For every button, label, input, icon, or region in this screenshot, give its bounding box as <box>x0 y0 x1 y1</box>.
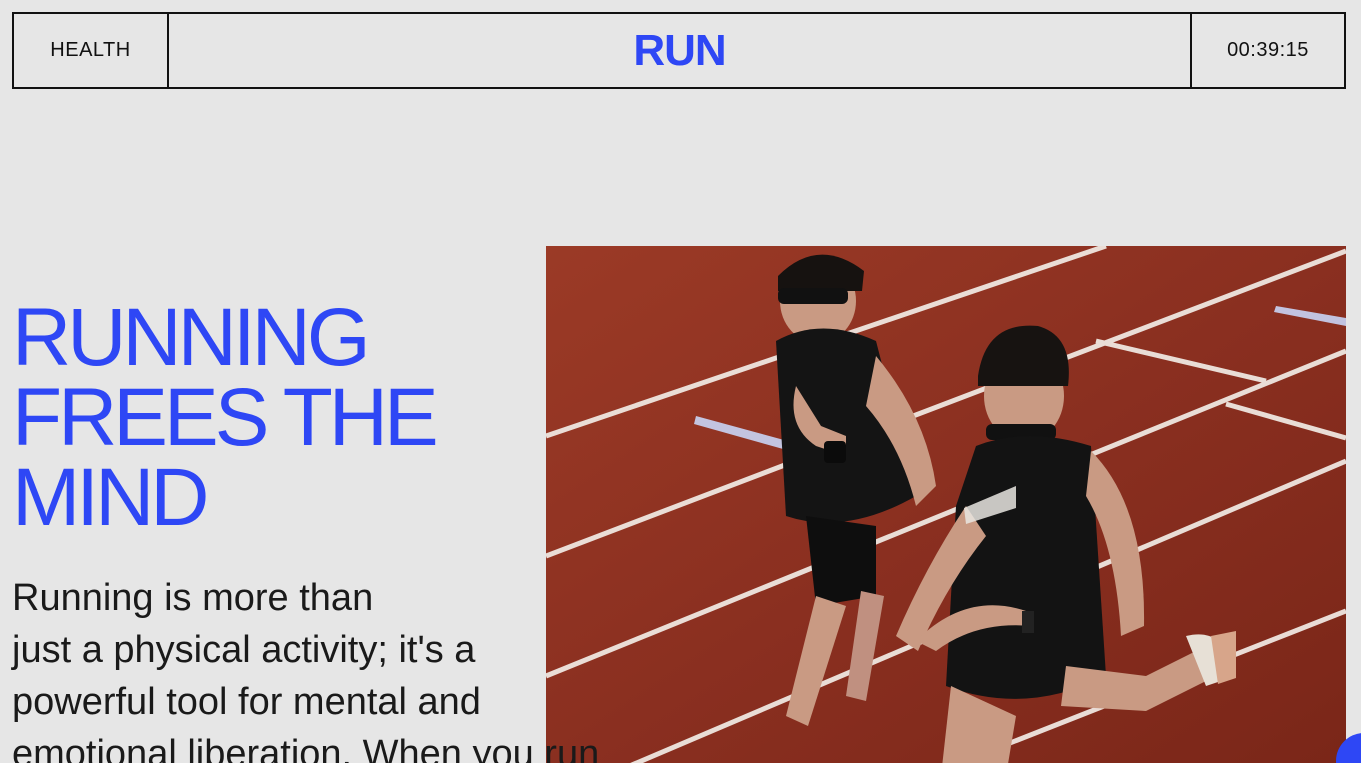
hero-description-line-2: just a physical activity; it's a <box>12 629 476 671</box>
brand-logo[interactable]: RUN <box>169 14 1190 87</box>
timer-display: 00:39:15 <box>1190 14 1344 87</box>
health-link-label: HEALTH <box>50 39 131 61</box>
hero-description: Running is more than just a physical act… <box>12 572 599 763</box>
hero-description-line-4: emotional liberation. When you run <box>12 733 600 763</box>
timer-value: 00:39:15 <box>1227 39 1309 61</box>
hero-headline-line-3: MIND <box>12 452 210 543</box>
page: HEALTH RUN 00:39:15 RUNNING FREES THE MI… <box>0 0 1361 763</box>
hero-headline-line-2: FREES THE <box>12 372 439 463</box>
health-link[interactable]: HEALTH <box>14 14 169 87</box>
hero-description-line-1: Running is more than <box>12 577 374 619</box>
runners-illustration <box>546 246 1346 763</box>
brand-logo-text: RUN <box>633 25 726 75</box>
hero-description-line-3: powerful tool for mental and <box>12 681 481 723</box>
top-header: HEALTH RUN 00:39:15 <box>12 12 1346 89</box>
hero-photo-runners <box>546 246 1346 763</box>
hero-headline-line-1: RUNNING <box>12 292 371 383</box>
hero-headline: RUNNING FREES THE MIND <box>12 292 532 543</box>
